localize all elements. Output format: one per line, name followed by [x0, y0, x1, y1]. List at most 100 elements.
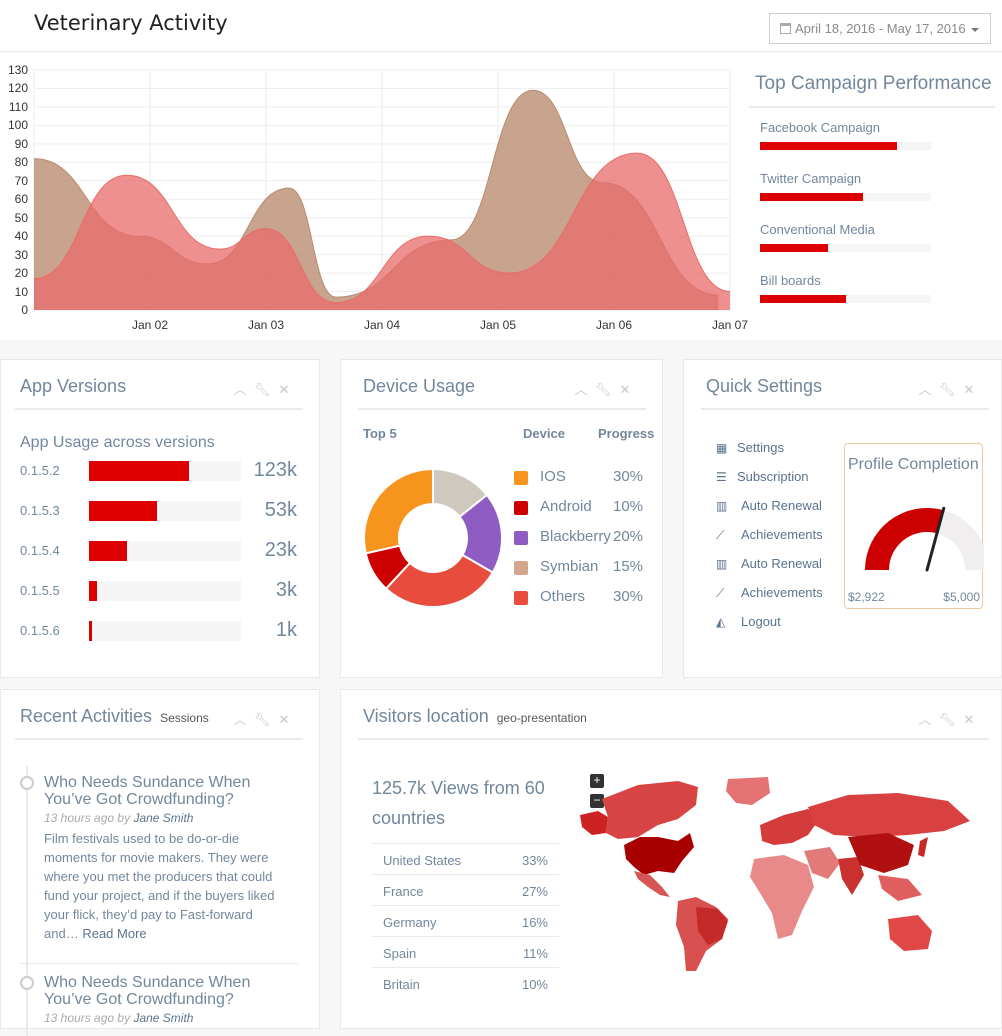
y-tick-label: 10	[14, 284, 28, 299]
app-version-label: 0.1.5.3	[20, 503, 60, 518]
activity-author[interactable]: Jane Smith	[133, 811, 193, 825]
profile-gauge	[865, 506, 984, 572]
gauge-value: $2,922	[848, 590, 885, 604]
quick-setting-link[interactable]: Logout	[741, 614, 781, 629]
panel-divider	[701, 408, 989, 410]
calendar-icon: ▦	[716, 441, 728, 455]
country-name: United States	[383, 853, 462, 868]
legend-device-name: IOS	[540, 468, 566, 485]
panel-toolbox: ︿ 🔧︎ ✕	[570, 379, 636, 398]
app-version-count: 23k	[264, 539, 297, 561]
activity-time: 13 hours ago	[44, 1011, 115, 1025]
campaign-progress-bar	[760, 142, 931, 150]
map-mexico	[634, 871, 670, 897]
visitors-subtitle: geo-presentation	[496, 711, 587, 725]
close-icon[interactable]: ✕	[958, 382, 980, 398]
country-row: Britain 10%	[372, 967, 559, 998]
app-version-bar	[89, 541, 241, 561]
app-version-bar	[89, 501, 241, 521]
close-icon[interactable]: ✕	[958, 712, 980, 728]
collapse-icon[interactable]: ︿	[570, 379, 592, 398]
wrench-icon[interactable]: 🔧︎	[251, 382, 273, 398]
y-tick-label: 40	[14, 229, 28, 244]
app-version-fill	[89, 461, 190, 481]
app-version-bar	[89, 621, 241, 641]
map-alaska	[580, 811, 608, 835]
area-chart-icon: ◭	[716, 615, 726, 629]
quick-setting-link[interactable]: Subscription	[737, 469, 809, 484]
campaign-label: Bill boards	[760, 273, 821, 288]
legend-swatch	[514, 591, 528, 605]
map-europe	[760, 809, 818, 845]
country-percent: 33%	[521, 853, 548, 868]
close-icon[interactable]: ✕	[273, 382, 295, 398]
close-icon[interactable]: ✕	[273, 712, 295, 728]
activity-by: by	[117, 1011, 131, 1025]
activity-text: Film festivals used to be do-or-die mome…	[44, 831, 275, 941]
country-percent: 27%	[521, 884, 548, 899]
panel-title: Visitors location geo-presentation	[363, 706, 587, 727]
wrench-icon[interactable]: 🔧︎	[251, 712, 273, 728]
gauge-fill	[865, 508, 944, 570]
map-southeast-asia	[878, 875, 922, 901]
campaign-label: Conventional Media	[760, 222, 875, 237]
app-version-bar	[89, 581, 241, 601]
collapse-icon[interactable]: ︿	[914, 709, 936, 728]
timeline-dot	[20, 776, 34, 790]
app-version-fill	[89, 581, 97, 601]
map-africa	[750, 855, 814, 939]
quick-setting-link[interactable]: Auto Renewal	[741, 498, 822, 513]
activity-chart-section: Top Campaign Performance Facebook Campai…	[0, 53, 1002, 340]
y-tick-label: 60	[14, 192, 28, 207]
read-more-link[interactable]: Read More	[82, 926, 146, 941]
map-usa	[624, 833, 694, 875]
map-greenland	[726, 777, 770, 805]
app-version-label: 0.1.5.2	[20, 463, 60, 478]
activity-author[interactable]: Jane Smith	[133, 1011, 193, 1025]
date-range-picker[interactable]: April 18, 2016 - May 17, 2016	[769, 13, 991, 44]
panel-toolbox: ︿ 🔧︎ ✕	[229, 709, 295, 728]
quick-setting-link[interactable]: Achievements	[741, 527, 823, 542]
activity-by: by	[117, 811, 131, 825]
country-percent: 16%	[521, 915, 548, 930]
legend-swatch	[514, 561, 528, 575]
wrench-icon[interactable]: 🔧︎	[936, 382, 958, 398]
y-tick-label: 110	[8, 99, 28, 114]
wrench-icon[interactable]: 🔧︎	[592, 382, 614, 398]
country-row: Germany 16%	[372, 905, 559, 936]
quick-setting-link[interactable]: Settings	[737, 440, 784, 455]
col-progress: Progress	[598, 426, 655, 441]
campaign-progress-fill	[760, 244, 829, 252]
y-tick-label: 80	[14, 155, 28, 170]
x-tick-label: Jan 02	[131, 318, 169, 332]
map-russia	[808, 793, 970, 837]
world-map[interactable]	[578, 775, 978, 975]
legend-progress: 10%	[613, 498, 644, 515]
map-japan	[918, 837, 928, 857]
collapse-icon[interactable]: ︿	[229, 379, 251, 398]
country-row: France 27%	[372, 874, 559, 905]
panel-toolbox: ︿ 🔧︎ ✕	[229, 379, 295, 398]
app-version-bar	[89, 461, 241, 481]
campaign-progress-bar	[760, 193, 931, 201]
panel-divider	[358, 738, 989, 740]
timeline-dot	[20, 976, 34, 990]
collapse-icon[interactable]: ︿	[914, 379, 936, 398]
legend-swatch	[514, 471, 528, 485]
activity-title[interactable]: Who Needs Sundance When You’ve Got Crowd…	[44, 774, 284, 808]
close-icon[interactable]: ✕	[614, 382, 636, 398]
country-name: Spain	[383, 946, 417, 961]
activity-title[interactable]: Who Needs Sundance When You’ve Got Crowd…	[44, 974, 284, 1008]
legend-device-name: Android	[540, 498, 592, 515]
app-version-fill	[89, 621, 93, 641]
app-version-fill	[89, 501, 158, 521]
collapse-icon[interactable]: ︿	[229, 709, 251, 728]
quick-setting-link[interactable]: Achievements	[741, 585, 823, 600]
legend-progress: 20%	[613, 528, 644, 545]
wrench-icon[interactable]: 🔧︎	[936, 712, 958, 728]
legend-swatch	[514, 531, 528, 545]
panel-title: Device Usage	[363, 376, 476, 396]
views-headline: 125.7k Views from 60 countries	[372, 778, 545, 828]
quick-setting-link[interactable]: Auto Renewal	[741, 556, 822, 571]
caret-down-icon	[971, 28, 979, 32]
